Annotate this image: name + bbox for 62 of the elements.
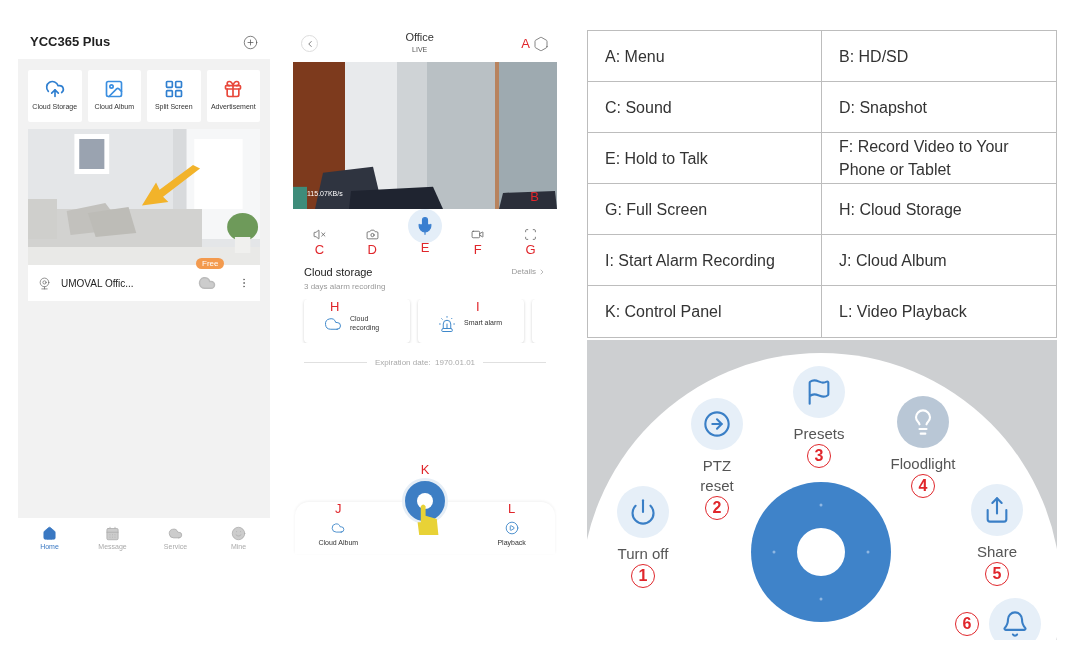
power-icon bbox=[629, 498, 657, 526]
annotation-letter: F bbox=[473, 243, 482, 256]
camera-icon bbox=[38, 276, 51, 290]
table-cell-text: L: Video Playback bbox=[838, 302, 968, 322]
bell-icon bbox=[1001, 610, 1029, 638]
screen-title: Office bbox=[405, 31, 434, 46]
calendar-icon bbox=[105, 525, 120, 541]
home-icon bbox=[42, 525, 57, 541]
table-cell: E: Hold to Talk bbox=[588, 133, 822, 184]
cloud-upload-icon bbox=[44, 79, 65, 100]
annotation-letter: H bbox=[330, 299, 340, 313]
table-cell: H: Cloud Storage bbox=[822, 184, 1056, 235]
device-card[interactable]: UMOVAL Offic... Free bbox=[28, 129, 260, 301]
annotation-letter: I bbox=[476, 299, 480, 313]
table-cell: C: Sound bbox=[588, 82, 822, 133]
feature-label: Presets bbox=[793, 424, 845, 444]
free-badge: Free bbox=[196, 258, 225, 269]
cloud-album-icon bbox=[331, 520, 346, 535]
table-cell: F: Record Video to Your Phone or Tablet bbox=[822, 133, 1056, 184]
joystick-drawing[interactable] bbox=[751, 482, 891, 622]
smiley-icon bbox=[231, 525, 246, 541]
settings-icon[interactable] bbox=[533, 35, 549, 52]
fullscreen-icon bbox=[524, 227, 538, 241]
annotation-letter: K bbox=[420, 463, 430, 476]
table-cell: G: Full Screen bbox=[588, 184, 822, 235]
alarm-light-icon bbox=[438, 314, 456, 333]
feature-label: PTZ reset bbox=[699, 456, 735, 496]
app-title: YCC365 Plus bbox=[30, 33, 111, 52]
table-cell: J: Cloud Album bbox=[822, 235, 1056, 286]
gift-icon bbox=[223, 79, 244, 100]
feature-label: Floodlight bbox=[890, 454, 956, 474]
image-icon bbox=[104, 79, 125, 100]
chevron-right-icon bbox=[538, 268, 546, 276]
table-cell: K: Control Panel bbox=[588, 286, 822, 337]
annotation-letter: A bbox=[521, 37, 530, 50]
speaker-mute-icon bbox=[312, 227, 326, 241]
section-subtitle: 3 days alarm recording bbox=[304, 280, 386, 293]
device-name: UMOVAL Offic... bbox=[61, 276, 135, 291]
add-icon[interactable] bbox=[243, 34, 258, 50]
feature-label: Turn off bbox=[617, 544, 669, 564]
annotation-letter: L bbox=[508, 502, 516, 515]
playback-icon bbox=[504, 520, 519, 535]
grid-icon bbox=[163, 79, 184, 100]
table-cell: D: Snapshot bbox=[822, 82, 1056, 133]
annotation-letter: C bbox=[314, 243, 325, 256]
microphone-button[interactable] bbox=[408, 209, 442, 243]
annotation-letter: G bbox=[525, 243, 536, 256]
table-cell: B: HD/SD bbox=[822, 31, 1056, 82]
section-title: Cloud storage bbox=[304, 265, 374, 280]
annotation-letter: J bbox=[335, 502, 342, 515]
hand-icon bbox=[415, 502, 440, 536]
control-panel-button[interactable] bbox=[402, 478, 448, 524]
feature-label: Share bbox=[977, 542, 1017, 562]
annotation-letter: E bbox=[420, 241, 430, 254]
annotation-letter: B bbox=[530, 190, 539, 203]
table-cell: I: Start Alarm Recording bbox=[588, 235, 822, 286]
annotation-letter: D bbox=[367, 243, 377, 256]
cloud-icon[interactable] bbox=[198, 274, 216, 292]
expiration-date: Expiration date: 1970.01.01 bbox=[374, 356, 476, 369]
table-cell: A: Menu bbox=[588, 31, 822, 82]
cloud-icon bbox=[168, 525, 183, 541]
camera-icon bbox=[365, 227, 379, 241]
